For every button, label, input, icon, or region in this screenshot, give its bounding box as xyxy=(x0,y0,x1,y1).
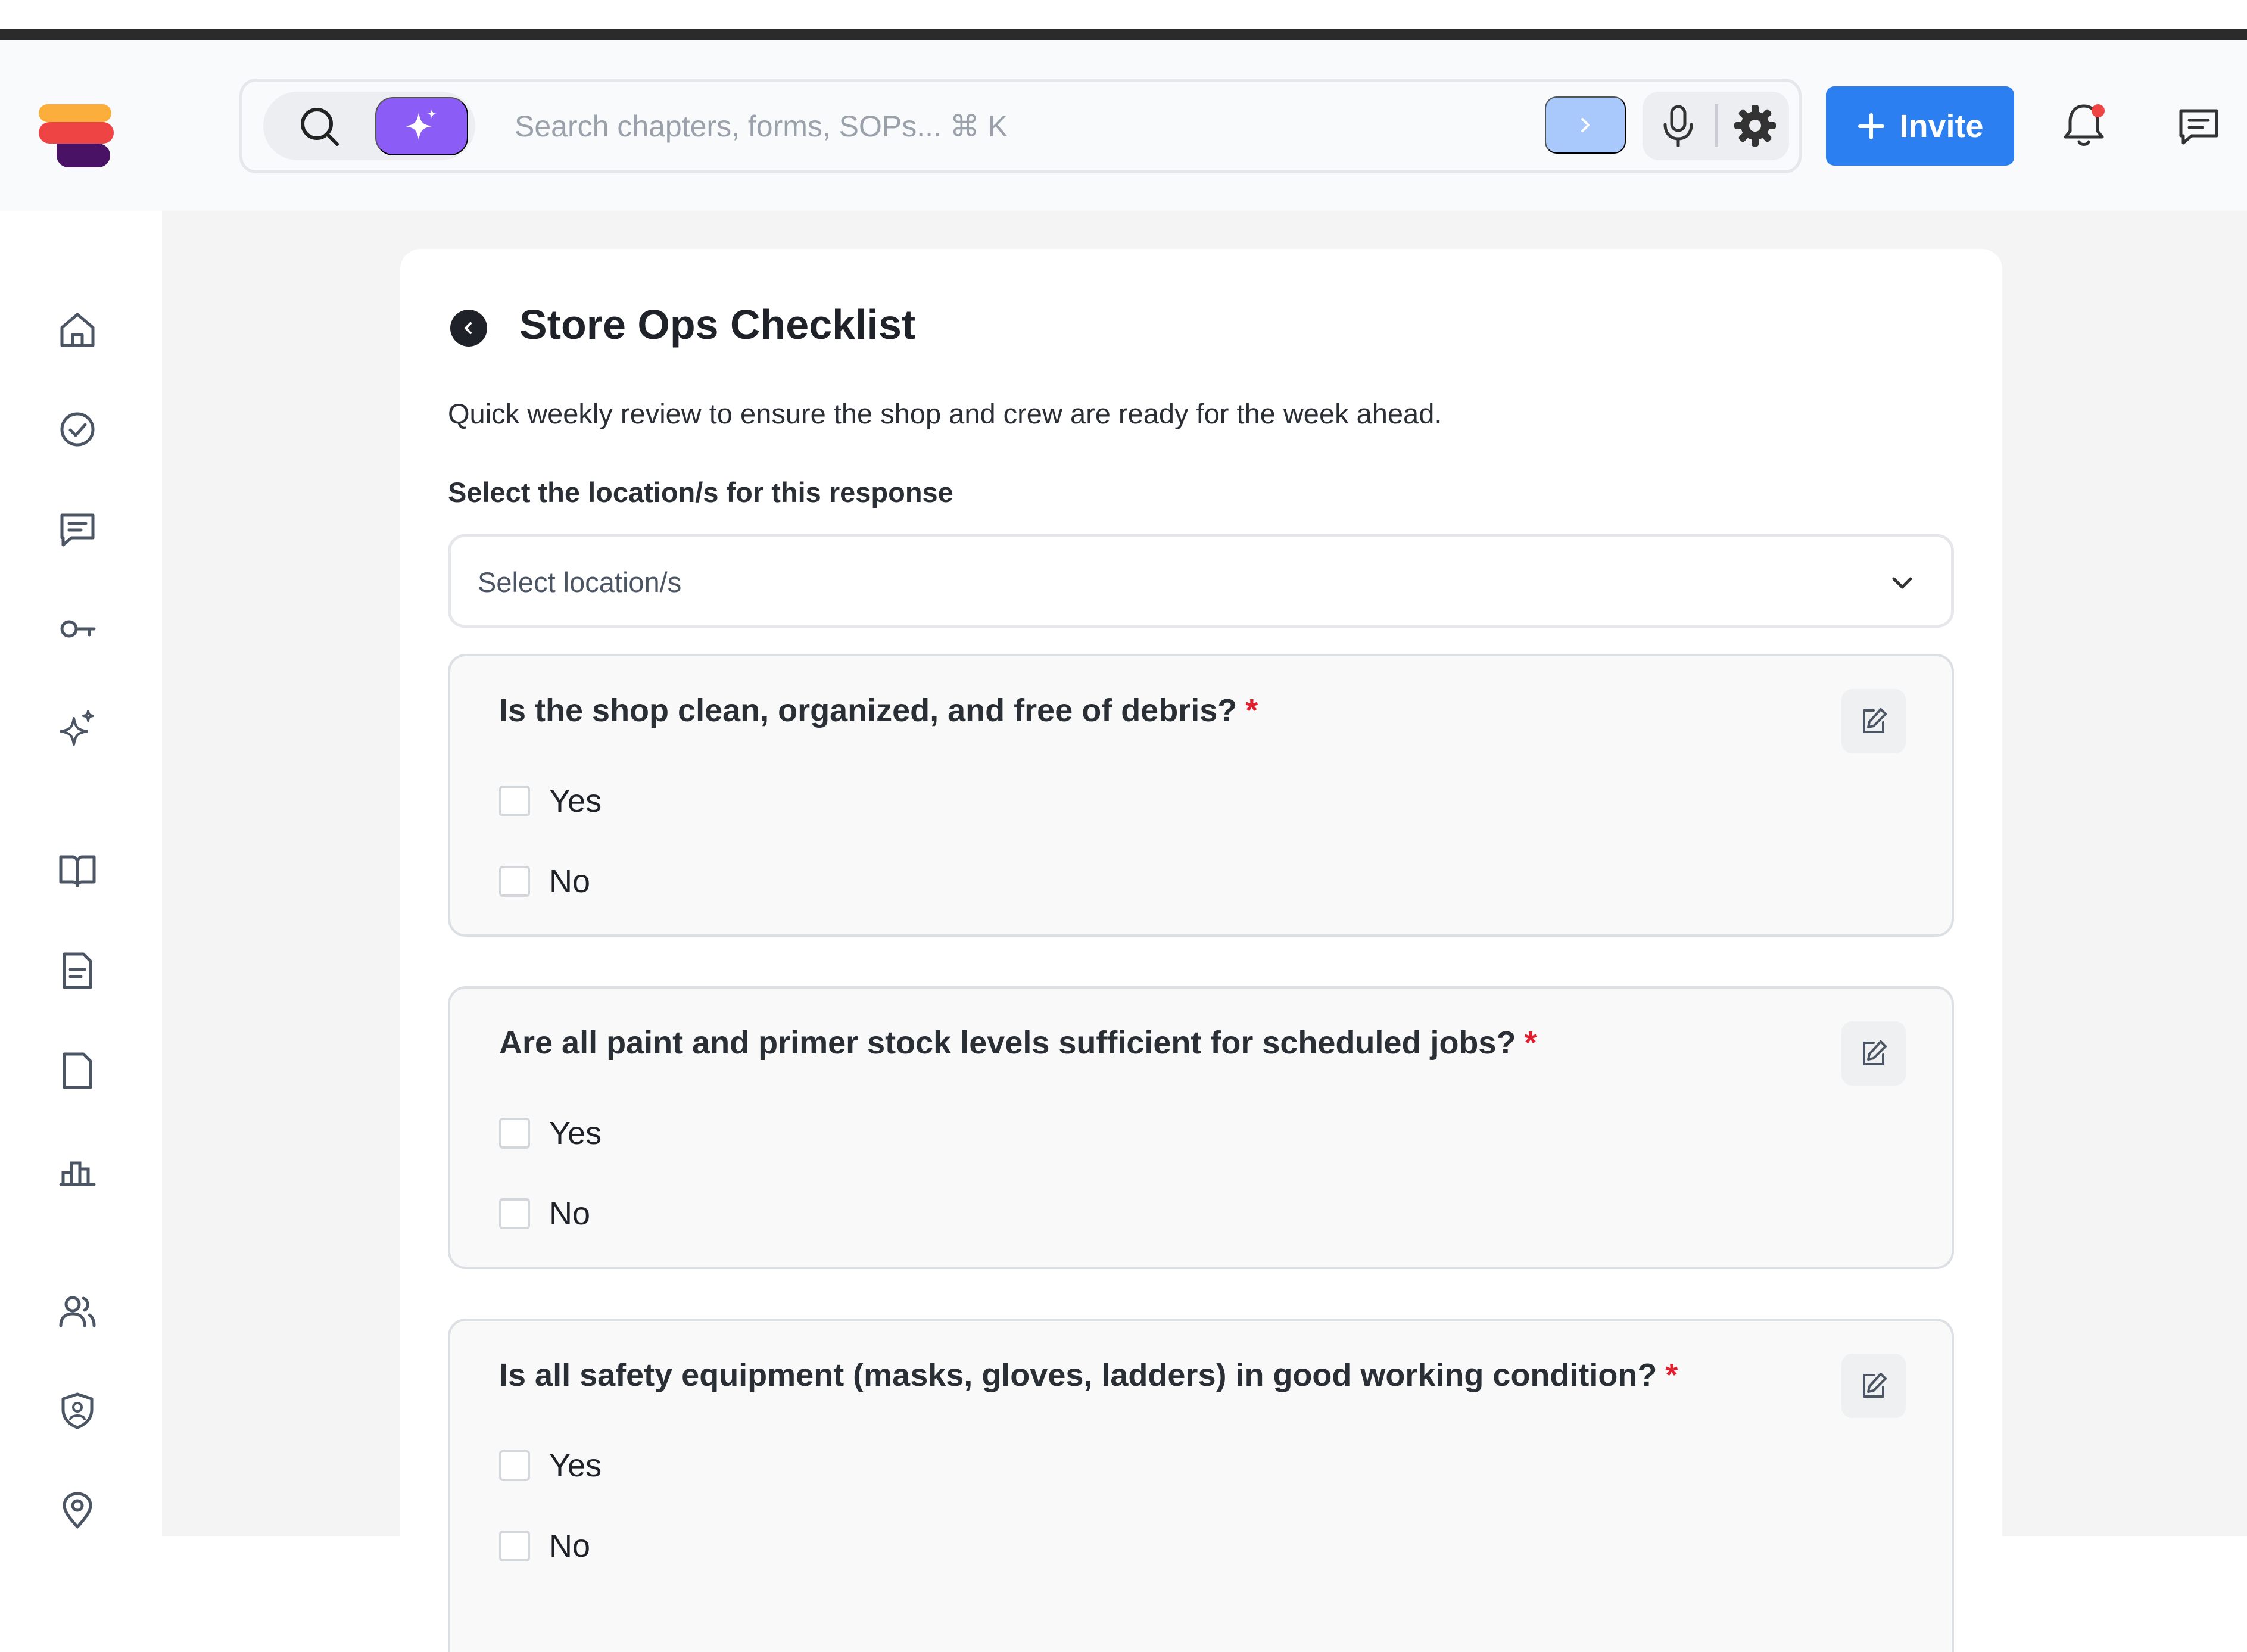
checkbox[interactable] xyxy=(499,1531,530,1561)
edit-icon xyxy=(1863,708,1887,733)
plus-icon xyxy=(1858,113,1885,139)
chevron-left-icon xyxy=(465,322,472,334)
question-card: Are all paint and primer stock levels su… xyxy=(448,986,1954,1269)
edit-icon xyxy=(1863,1373,1887,1398)
option-label: Yes xyxy=(549,783,602,819)
option-label: No xyxy=(549,864,591,899)
invite-button[interactable]: Invite xyxy=(1826,86,2014,166)
notification-badge xyxy=(2092,104,2105,117)
option-label: Yes xyxy=(549,1448,602,1483)
sparkle-icon xyxy=(406,109,437,140)
checkbox[interactable] xyxy=(499,866,530,897)
search-submit-button[interactable] xyxy=(1545,96,1626,154)
location-select[interactable]: Select location/s xyxy=(448,534,1954,628)
home-icon[interactable] xyxy=(57,310,98,350)
option-yes[interactable]: Yes xyxy=(499,783,602,819)
option-no[interactable]: No xyxy=(499,1195,590,1232)
message-icon[interactable] xyxy=(2175,102,2223,150)
option-no[interactable]: No xyxy=(499,1528,590,1564)
users-icon[interactable] xyxy=(57,1291,98,1332)
option-yes[interactable]: Yes xyxy=(499,1447,602,1484)
edit-icon xyxy=(1863,1040,1887,1065)
message-icon[interactable] xyxy=(57,509,98,550)
checkbox[interactable] xyxy=(499,1198,530,1229)
form-description: Quick weekly review to ensure the shop a… xyxy=(448,398,1442,429)
edit-question-button[interactable] xyxy=(1841,1021,1906,1086)
location-label: Select the location/s for this response xyxy=(448,476,953,508)
window-top-bar xyxy=(0,29,2247,40)
sparkles-icon[interactable] xyxy=(57,709,98,749)
question-title: Is the shop clean, organized, and free o… xyxy=(499,693,1258,728)
back-button[interactable] xyxy=(450,310,487,347)
question-card: Is all safety equipment (masks, gloves, … xyxy=(448,1319,1954,1652)
key-icon[interactable] xyxy=(57,609,98,649)
map-pin-icon[interactable] xyxy=(57,1490,98,1531)
check-circle-icon[interactable] xyxy=(57,409,98,450)
page-title: Store Ops Checklist xyxy=(519,301,916,348)
file-text-icon[interactable] xyxy=(57,950,98,991)
edit-question-button[interactable] xyxy=(1841,689,1906,753)
invite-label: Invite xyxy=(1899,108,1984,144)
app-logo xyxy=(39,104,114,167)
question-card: Is the shop clean, organized, and free o… xyxy=(448,654,1954,937)
ai-search-button[interactable] xyxy=(375,97,468,155)
search-input[interactable] xyxy=(515,101,1467,151)
file-icon[interactable] xyxy=(57,1051,98,1091)
microphone-icon[interactable] xyxy=(1660,104,1696,147)
question-title: Are all paint and primer stock levels su… xyxy=(499,1025,1537,1061)
checkbox[interactable] xyxy=(499,1118,530,1149)
chevron-down-icon xyxy=(1892,577,1912,589)
gear-icon[interactable] xyxy=(1733,104,1777,148)
question-title: Is all safety equipment (masks, gloves, … xyxy=(499,1357,1678,1393)
option-no[interactable]: No xyxy=(499,863,590,900)
tool-divider xyxy=(1715,104,1718,147)
shield-user-icon[interactable] xyxy=(57,1391,98,1431)
option-label: No xyxy=(549,1528,591,1564)
required-marker: * xyxy=(1524,1025,1537,1061)
search-icon[interactable] xyxy=(295,102,343,150)
option-label: No xyxy=(549,1196,591,1232)
required-marker: * xyxy=(1665,1357,1678,1393)
chart-icon[interactable] xyxy=(57,1151,98,1192)
checkbox[interactable] xyxy=(499,786,530,816)
required-marker: * xyxy=(1245,693,1258,728)
option-yes[interactable]: Yes xyxy=(499,1115,602,1152)
edit-question-button[interactable] xyxy=(1841,1354,1906,1418)
location-select-placeholder: Select location/s xyxy=(478,566,682,598)
book-icon[interactable] xyxy=(57,850,98,890)
chevron-right-icon xyxy=(1581,118,1590,132)
option-label: Yes xyxy=(549,1115,602,1151)
checkbox[interactable] xyxy=(499,1450,530,1481)
